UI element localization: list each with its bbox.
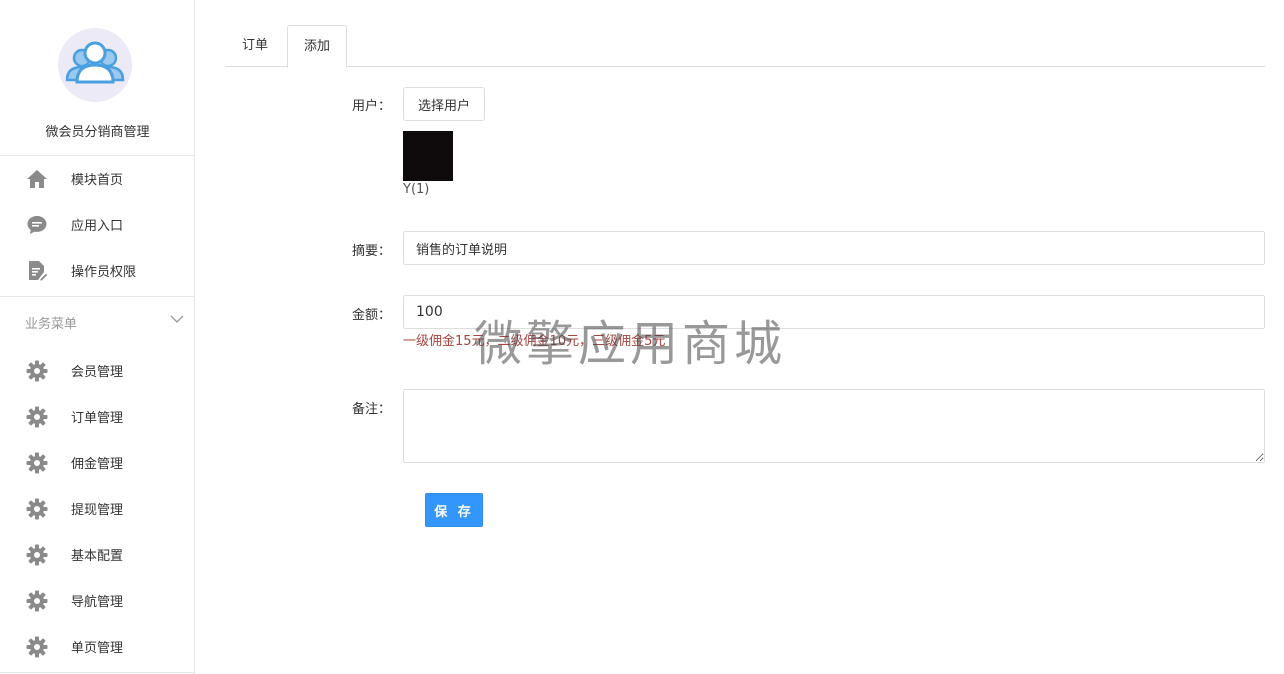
sidebar-item-label: 佣金管理 (71, 457, 124, 472)
summary-label: 摘要： (352, 244, 392, 259)
sidebar-item-label: 订单管理 (71, 411, 124, 426)
commission-hint: 一级佣金15元，二级佣金10元，三级佣金5元 (403, 334, 666, 349)
sidebar-item-label: 应用入口 (71, 219, 124, 234)
sidebar-item-commission-management[interactable]: 佣金管理 (0, 439, 195, 485)
home-icon (26, 168, 48, 190)
select-user-button[interactable]: 选择用户 (403, 87, 485, 121)
gear-icon (26, 360, 48, 382)
sidebar-item-basic-config[interactable]: 基本配置 (0, 531, 195, 577)
sidebar-item-label: 会员管理 (71, 365, 124, 380)
sidebar-item-app-entry[interactable]: 应用入口 (0, 201, 195, 247)
sidebar-item-label: 基本配置 (71, 549, 124, 564)
tab-add[interactable]: 添加 (287, 25, 347, 68)
user-avatar (403, 131, 453, 181)
document-edit-icon (26, 260, 49, 282)
sidebar-item-member-management[interactable]: 会员管理 (0, 347, 195, 393)
sidebar-item-label: 模块首页 (71, 173, 124, 188)
selected-user-name: Y(1) (403, 182, 430, 197)
sidebar-item-order-management[interactable]: 订单管理 (0, 393, 195, 439)
sidebar-item-label: 操作员权限 (71, 265, 137, 280)
tab-orders[interactable]: 订单 (225, 25, 285, 67)
remark-textarea[interactable] (403, 389, 1265, 463)
chevron-down-icon[interactable] (170, 312, 184, 326)
tab-bar: 订单 添加 (225, 25, 1265, 68)
gear-icon (26, 590, 48, 612)
chat-bubble-icon (26, 214, 48, 236)
gear-icon (26, 636, 48, 658)
users-group-icon (58, 28, 132, 102)
amount-label: 金额： (352, 308, 392, 323)
user-label: 用户： (352, 99, 392, 114)
gear-icon (26, 544, 48, 566)
summary-input[interactable] (403, 231, 1265, 265)
sidebar-item-navigation-management[interactable]: 导航管理 (0, 577, 195, 623)
sidebar-item-withdrawal-management[interactable]: 提现管理 (0, 485, 195, 531)
sidebar-divider (0, 672, 195, 673)
sidebar-item-module-home[interactable]: 模块首页 (0, 155, 195, 201)
sidebar-item-label: 提现管理 (71, 503, 124, 518)
gear-icon (26, 406, 48, 428)
sidebar-divider (0, 296, 195, 297)
gear-icon (26, 452, 48, 474)
gear-icon (26, 498, 48, 520)
amount-input[interactable] (403, 295, 1265, 329)
sidebar-item-page-management[interactable]: 单页管理 (0, 623, 195, 669)
remark-label: 备注： (352, 402, 392, 417)
sidebar-item-label: 单页管理 (71, 641, 124, 656)
save-button[interactable]: 保 存 (425, 493, 483, 527)
app-name: 微会员分销商管理 (45, 125, 150, 140)
sidebar: 微会员分销商管理 模块首页 应用入口 操作员权限 业务菜单 会员管理 订单管理 (0, 0, 195, 674)
section-title-business-menu: 业务菜单 (25, 317, 78, 332)
sidebar-item-label: 导航管理 (71, 595, 124, 610)
sidebar-item-operator-permissions[interactable]: 操作员权限 (0, 247, 195, 293)
